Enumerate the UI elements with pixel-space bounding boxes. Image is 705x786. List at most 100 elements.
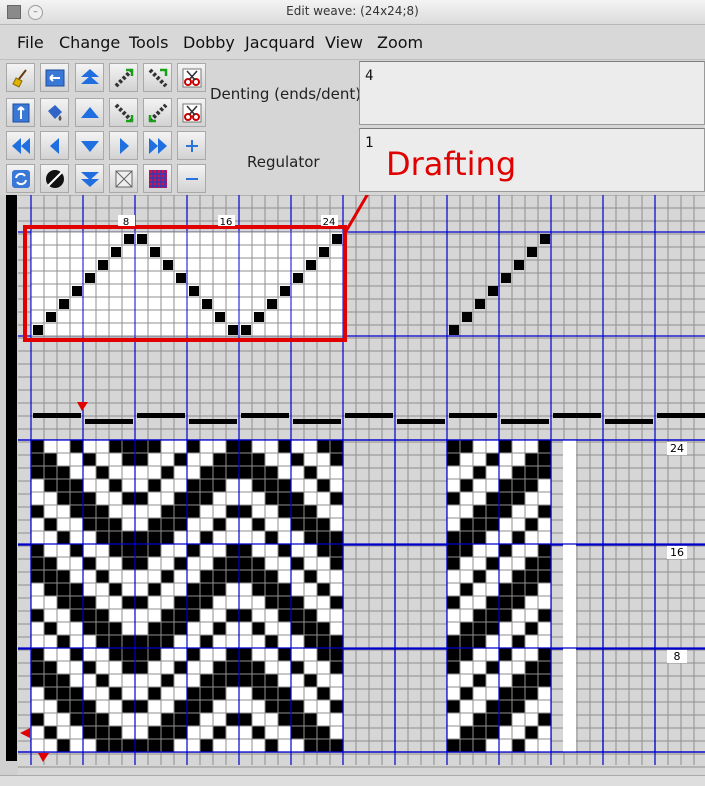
drawdown-cell — [330, 453, 343, 466]
shift-up-button[interactable] — [75, 63, 104, 92]
drawdown-cell — [278, 440, 291, 453]
treadling-cell — [499, 492, 512, 505]
clear-icon — [115, 170, 132, 187]
drawdown-cell — [174, 492, 187, 505]
drawdown-cell — [122, 492, 135, 505]
drawdown-cell — [174, 596, 187, 609]
menu-tools[interactable]: Tools — [129, 33, 168, 52]
warp-color-dash — [241, 413, 289, 418]
drawdown-cell — [187, 648, 200, 661]
treadling-cell — [447, 440, 460, 453]
broom-button[interactable] — [6, 63, 35, 92]
row-number-label: 16 — [670, 546, 684, 559]
refresh-button[interactable] — [6, 164, 35, 193]
treadling-cell — [525, 453, 538, 466]
threading-cell — [293, 273, 303, 283]
drawdown-cell — [174, 609, 187, 622]
treadling-cell — [473, 466, 486, 479]
menu-jacquard[interactable]: Jacquard — [245, 33, 315, 52]
menu-zoom[interactable]: Zoom — [377, 33, 423, 52]
denting-field[interactable]: 4 — [359, 61, 705, 125]
drawdown-cell — [317, 635, 330, 648]
swap-horizontal-button[interactable] — [40, 63, 69, 92]
warp-color-dash — [553, 413, 601, 418]
drawdown-cell — [187, 687, 200, 700]
invert-button[interactable] — [40, 164, 69, 193]
drawdown-cell — [57, 687, 70, 700]
menu-change[interactable]: Change — [59, 33, 120, 52]
drawdown-cell — [239, 453, 252, 466]
drawdown-cell — [200, 687, 213, 700]
paint-bucket-button[interactable] — [40, 98, 69, 127]
drawdown-cell — [83, 713, 96, 726]
drawdown-cell — [161, 531, 174, 544]
treadling-cell — [473, 518, 486, 531]
treadling-cell — [525, 674, 538, 687]
warp-color-dash — [85, 419, 133, 424]
drawdown-cell — [109, 544, 122, 557]
double-left-button[interactable] — [6, 131, 35, 160]
menu-file[interactable]: File — [17, 33, 44, 52]
shift-diagonal-up-button[interactable] — [109, 63, 138, 92]
drawdown-cell — [70, 713, 83, 726]
shift-diagonal-up-left-button[interactable] — [143, 98, 172, 127]
drawdown-cell — [174, 661, 187, 674]
drawdown-cell — [161, 726, 174, 739]
left-button[interactable] — [40, 131, 69, 160]
drawdown-cell — [135, 596, 148, 609]
shift-diagonal-down-button[interactable] — [143, 63, 172, 92]
triangle-up-button[interactable] — [75, 98, 104, 127]
drawdown-cell — [161, 518, 174, 531]
drawdown-cell — [31, 466, 44, 479]
drawdown-cell — [70, 609, 83, 622]
menu-view[interactable]: View — [325, 33, 363, 52]
drawdown-cell — [252, 661, 265, 674]
triangle-down-button[interactable] — [75, 131, 104, 160]
drawdown-cell — [317, 739, 330, 752]
warp-color-dash — [397, 419, 445, 424]
swap-vertical-button[interactable] — [6, 98, 35, 127]
horizontal-scrollbar[interactable] — [0, 775, 705, 786]
drawdown-cell — [57, 479, 70, 492]
drawdown-cell — [291, 726, 304, 739]
treadling-cell — [447, 661, 460, 674]
treadling-cell — [512, 700, 525, 713]
tieup-cell — [501, 273, 511, 283]
scissors-plain-button[interactable] — [177, 98, 206, 127]
warp-color-dash — [605, 419, 653, 424]
threading-cell — [332, 234, 342, 244]
treadling-cell — [538, 648, 551, 661]
minus-button[interactable] — [177, 164, 206, 193]
drawdown-cell — [57, 596, 70, 609]
drawdown-cell — [161, 674, 174, 687]
scissors-button[interactable] — [177, 63, 206, 92]
drawdown-cell — [148, 544, 161, 557]
drawdown-cell — [83, 661, 96, 674]
grid-pattern-button[interactable] — [143, 164, 172, 193]
right-button[interactable] — [109, 131, 138, 160]
drawdown-cell — [31, 661, 44, 674]
drawdown-cell — [174, 453, 187, 466]
double-right-button[interactable] — [143, 131, 172, 160]
shift-down-button[interactable] — [75, 164, 104, 193]
shift-diagonal-down-left-button[interactable] — [109, 98, 138, 127]
minus-icon — [185, 177, 198, 180]
title-bar: – Edit weave: (24x24;8) — [0, 0, 705, 25]
clear-button[interactable] — [109, 164, 138, 193]
warp-color-dash — [657, 413, 705, 418]
plus-button[interactable] — [177, 131, 206, 160]
drawdown-cell — [252, 479, 265, 492]
treadling-cell — [460, 648, 473, 661]
menu-dobby[interactable]: Dobby — [183, 33, 235, 52]
drawdown-cell — [239, 466, 252, 479]
drawdown-cell — [83, 557, 96, 570]
treadling-cell — [512, 739, 525, 752]
weave-grid-canvas[interactable]: 8 16 24 24 16 8 — [0, 195, 705, 775]
marker-icon — [77, 402, 88, 411]
drawdown-cell — [278, 596, 291, 609]
drawdown-cell — [304, 726, 317, 739]
lift-column — [563, 440, 576, 752]
drawdown-cell — [31, 557, 44, 570]
drawdown-cell — [200, 466, 213, 479]
menu-bar: File Change Tools Dobby Jacquard View Zo… — [0, 25, 705, 60]
